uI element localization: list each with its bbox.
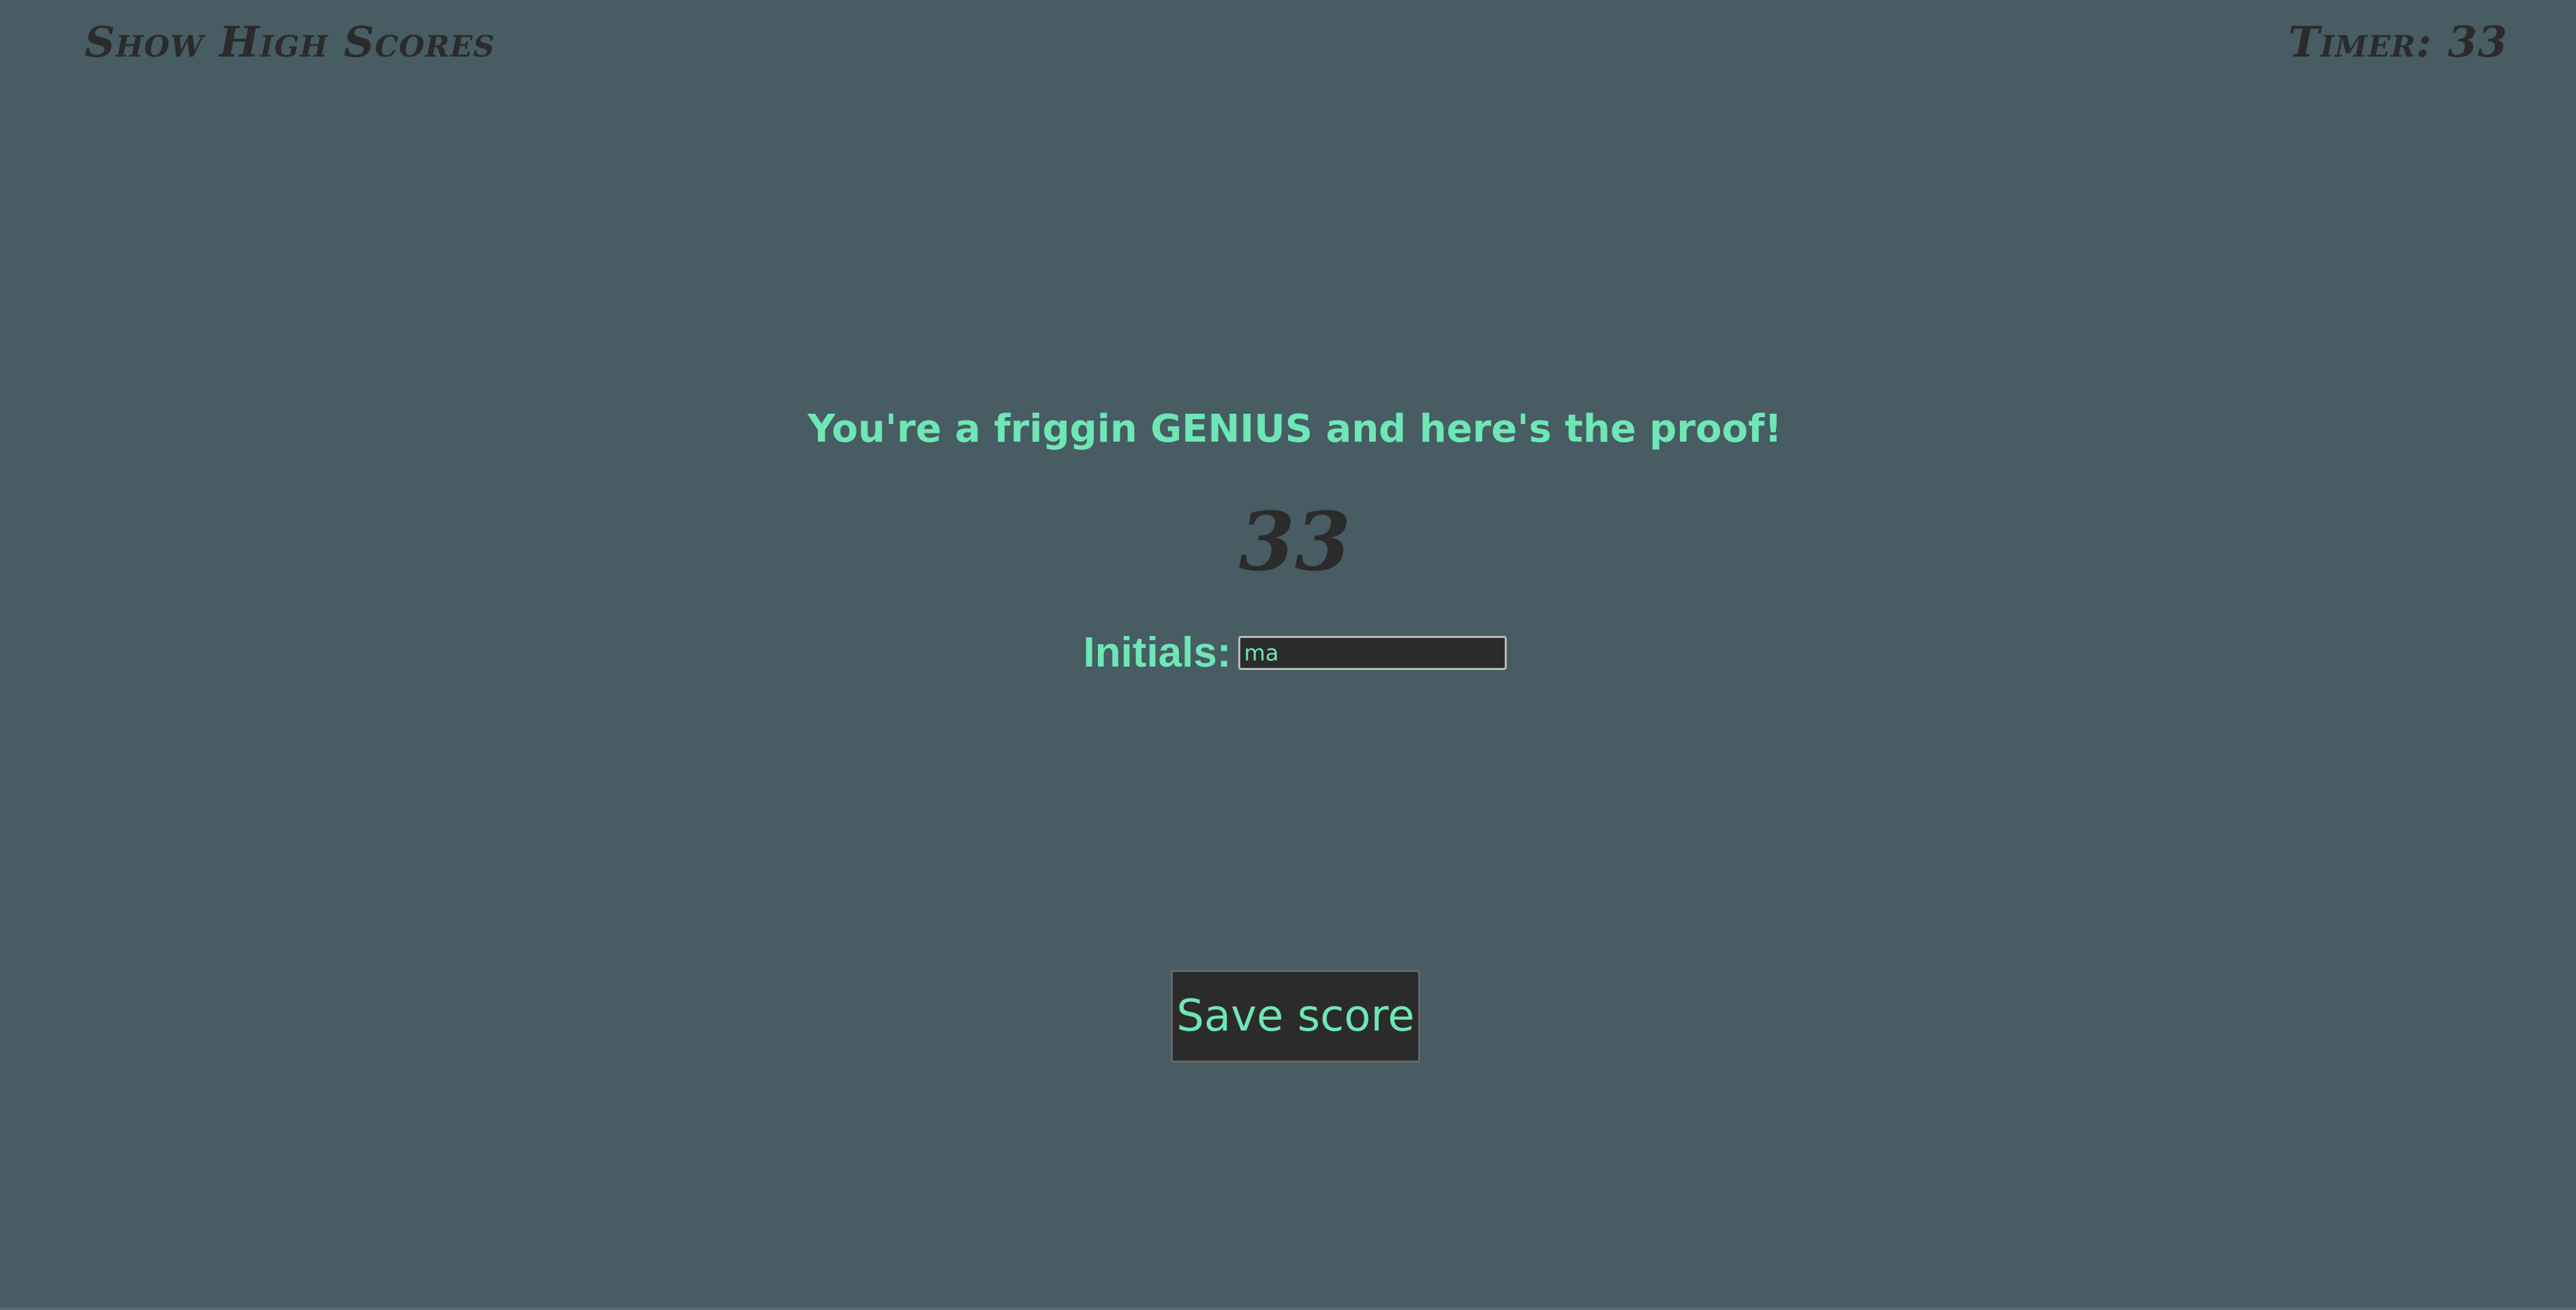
timer-display: Timer: 33 <box>2288 17 2508 67</box>
initials-row: Initials: <box>0 626 2576 680</box>
final-score: 33 <box>1238 494 1351 589</box>
initials-input[interactable] <box>1238 636 1507 670</box>
bottom-divider <box>0 1307 2576 1310</box>
save-score-button[interactable]: Save score <box>1171 970 1420 1063</box>
show-high-scores-link[interactable]: Show High Scores <box>85 15 495 70</box>
result-headline: You're a friggin GENIUS and here's the p… <box>808 407 1782 451</box>
initials-label: Initials: <box>1083 629 1231 676</box>
